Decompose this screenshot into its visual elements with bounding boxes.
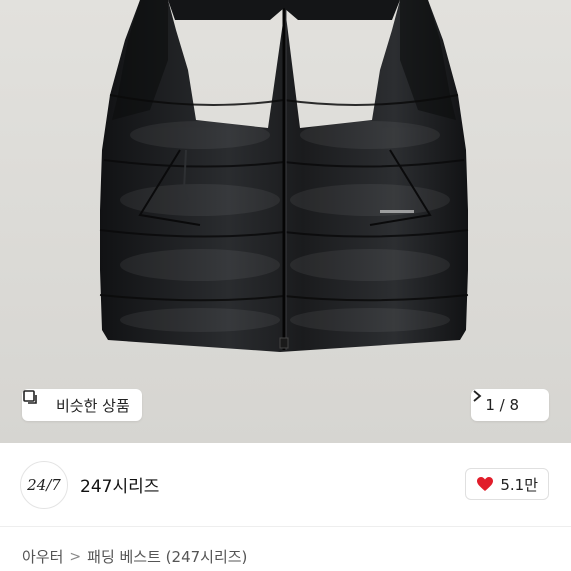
similar-products-label: 비슷한 상품 [56,396,130,415]
breadcrumb-subcategory[interactable]: 패딩 베스트 (247시리즈) [87,546,247,567]
pager-text: 1 / 8 [485,396,519,414]
chevron-right-icon[interactable] [473,390,539,412]
like-button[interactable]: 5.1만 [465,468,549,500]
shop-row: 24/7 247시리즈 5.1만 [0,443,571,527]
copy-icon [23,390,50,414]
similar-products-button[interactable]: 비슷한 상품 [22,389,142,421]
like-count: 5.1만 [500,475,538,494]
product-image[interactable]: 비슷한 상품 1 / 8 [0,0,571,443]
chevron-right-icon: > [69,548,82,565]
breadcrumb-category[interactable]: 아우터 [22,546,63,567]
product-page: 비슷한 상품 1 / 8 24/7 247시리즈 5.1만 아우터 > 패딩 베… [0,0,571,571]
shop-logo[interactable]: 24/7 [20,460,68,509]
heart-icon [476,476,494,492]
breadcrumb: 아우터 > 패딩 베스트 (247시리즈) [22,546,247,567]
image-pager[interactable]: 1 / 8 [471,389,549,421]
vest-illustration [0,0,571,443]
shop-name[interactable]: 247시리즈 [80,472,159,497]
